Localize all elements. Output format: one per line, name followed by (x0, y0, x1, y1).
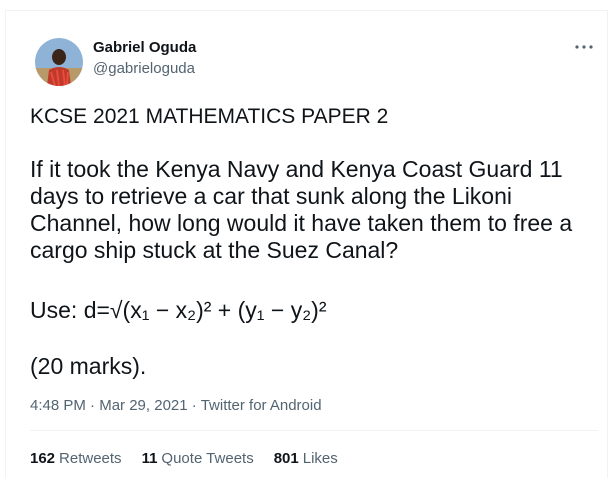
tweet-meta: 4:48 PM · Mar 29, 2021 · Twitter for And… (30, 397, 322, 414)
author-handle[interactable]: @gabrieloguda (93, 60, 195, 77)
likes-stat[interactable]: 801 Likes (274, 450, 338, 467)
tweet-stats: 162 Retweets 11 Quote Tweets 801 Likes (30, 450, 338, 467)
quote-tweets-stat[interactable]: 11 Quote Tweets (142, 450, 254, 467)
use-label: Use: (30, 297, 84, 323)
author-display-name[interactable]: Gabriel Oguda (93, 39, 196, 56)
tweet-source-link[interactable]: Twitter for Android (201, 397, 322, 414)
distance-formula: d=√(x₁ − x₂)² + (y₁ − y₂)² (83, 297, 327, 323)
tweet-title-line: KCSE 2021 MATHEMATICS PAPER 2 (30, 105, 389, 128)
tweet-card: Gabriel Oguda @gabrieloguda KCSE 2021 MA… (5, 10, 608, 478)
tweet-question: If it took the Kenya Navy and Kenya Coas… (30, 156, 573, 263)
user-avatar-photo-icon (35, 38, 83, 86)
more-options-button[interactable] (572, 37, 596, 57)
tweet-formula-line: Use: d=√(x₁ − x₂)² + (y₁ − y₂)² (30, 297, 600, 324)
more-dots-icon (575, 45, 593, 49)
retweets-stat[interactable]: 162 Retweets (30, 450, 122, 467)
author-avatar[interactable] (35, 38, 83, 86)
divider (30, 430, 598, 431)
tweet-time-link[interactable]: 4:48 PM · Mar 29, 2021 (30, 397, 188, 414)
tweet-marks: (20 marks). (30, 353, 147, 379)
meta-separator: · (191, 397, 197, 414)
